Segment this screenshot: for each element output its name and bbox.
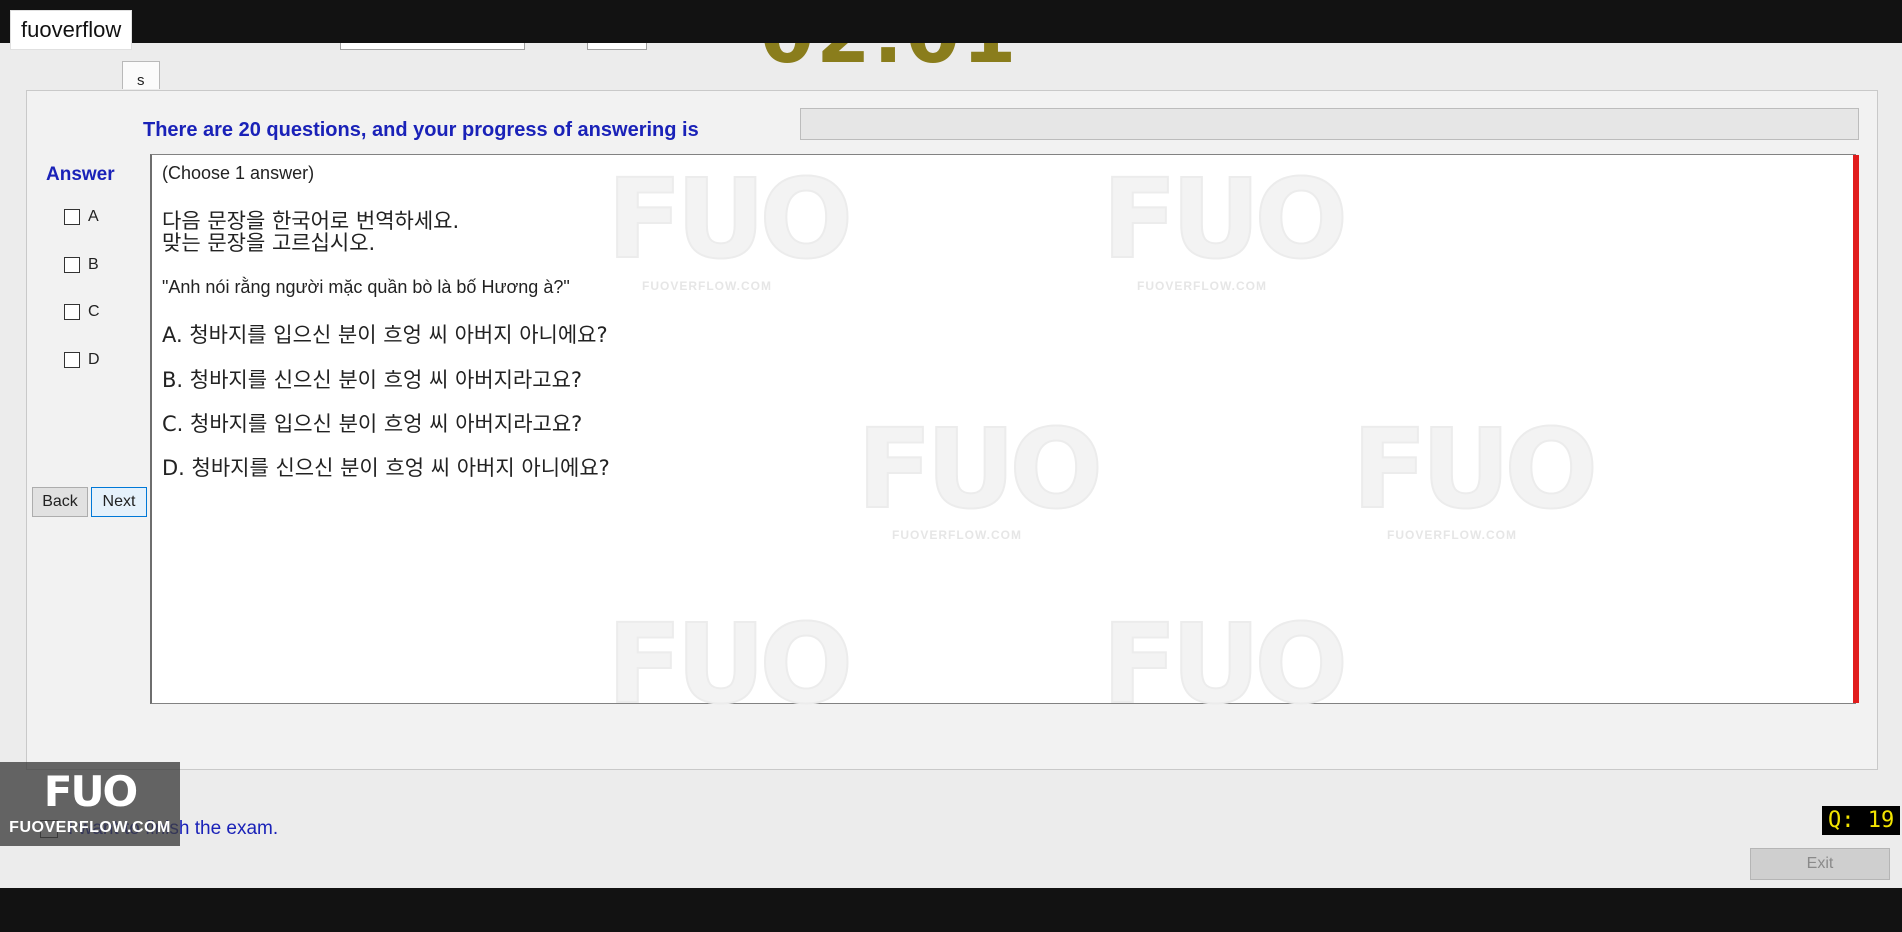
- right-border-indicator: [1853, 155, 1859, 703]
- watermark-mark: FUO: [606, 599, 854, 729]
- option-b-label: B: [88, 256, 99, 273]
- top-combo-box-small[interactable]: [587, 43, 647, 50]
- watermark-mark: FUO: [856, 404, 1104, 534]
- option-a-label: A: [88, 208, 99, 225]
- logo-site: FUOVERFLOW.COM: [9, 819, 171, 836]
- tab-label: s: [137, 72, 145, 89]
- back-button[interactable]: Back: [32, 487, 88, 517]
- watermark-mark: FUO: [606, 154, 854, 284]
- fuo-logo: FUO FUOVERFLOW.COM: [0, 762, 180, 846]
- question-source-sentence: "Anh nói rằng người mặc quần bò là bố Hư…: [162, 277, 570, 297]
- progress-label: There are 20 questions, and your progres…: [143, 119, 699, 141]
- logo-mark: FUO: [43, 767, 138, 816]
- watermark-site: FUOVERFLOW.COM: [1387, 528, 1517, 542]
- watermark-site: FUOVERFLOW.COM: [642, 279, 772, 293]
- question-instruction: (Choose 1 answer): [162, 163, 315, 183]
- overlay-name-badge: fuoverflow: [10, 10, 133, 50]
- exam-window: 02:01 s There are 20 questions, and your…: [0, 43, 1902, 888]
- tab-partial[interactable]: s: [122, 61, 160, 89]
- top-combo-box[interactable]: [340, 43, 525, 50]
- option-c-label: C: [88, 303, 100, 320]
- choice-c-text: C. 청바지를 입으신 분이 흐엉 씨 아버지라고요?: [162, 412, 583, 436]
- watermark-mark: FUO: [1351, 404, 1599, 534]
- question-counter: Q: 19: [1822, 806, 1901, 835]
- timer-display: 02:01: [760, 43, 1018, 75]
- watermark-mark: FUO: [1101, 154, 1349, 284]
- option-d-label: D: [88, 351, 100, 368]
- answer-title: Answer: [46, 164, 115, 185]
- option-a-checkbox[interactable]: [64, 209, 80, 225]
- option-b-checkbox[interactable]: [64, 257, 80, 273]
- choice-a-text: A. 청바지를 입으신 분이 흐엉 씨 아버지 아니에요?: [162, 323, 608, 347]
- watermark-mark: FUO: [1101, 599, 1349, 729]
- question-prompt-line2: 맞는 문장을 고르십시오.: [162, 231, 376, 255]
- option-c[interactable]: C: [64, 303, 100, 321]
- watermark-site: FUOVERFLOW.COM: [1137, 279, 1267, 293]
- option-d-checkbox[interactable]: [64, 352, 80, 368]
- watermark-site: FUOVERFLOW.COM: [892, 528, 1022, 542]
- option-a[interactable]: A: [64, 208, 99, 226]
- option-c-checkbox[interactable]: [64, 304, 80, 320]
- choice-b-text: B. 청바지를 신으신 분이 흐엉 씨 아버지라고요?: [162, 368, 583, 392]
- progress-bar: [800, 108, 1859, 140]
- option-b[interactable]: B: [64, 256, 99, 274]
- option-d[interactable]: D: [64, 351, 100, 369]
- choice-d-text: D. 청바지를 신으신 분이 흐엉 씨 아버지 아니에요?: [162, 456, 610, 480]
- exit-button[interactable]: Exit: [1750, 848, 1890, 880]
- next-button[interactable]: Next: [91, 487, 147, 517]
- question-content: FUO FUOVERFLOW.COM FUO FUOVERFLOW.COM FU…: [150, 154, 1859, 729]
